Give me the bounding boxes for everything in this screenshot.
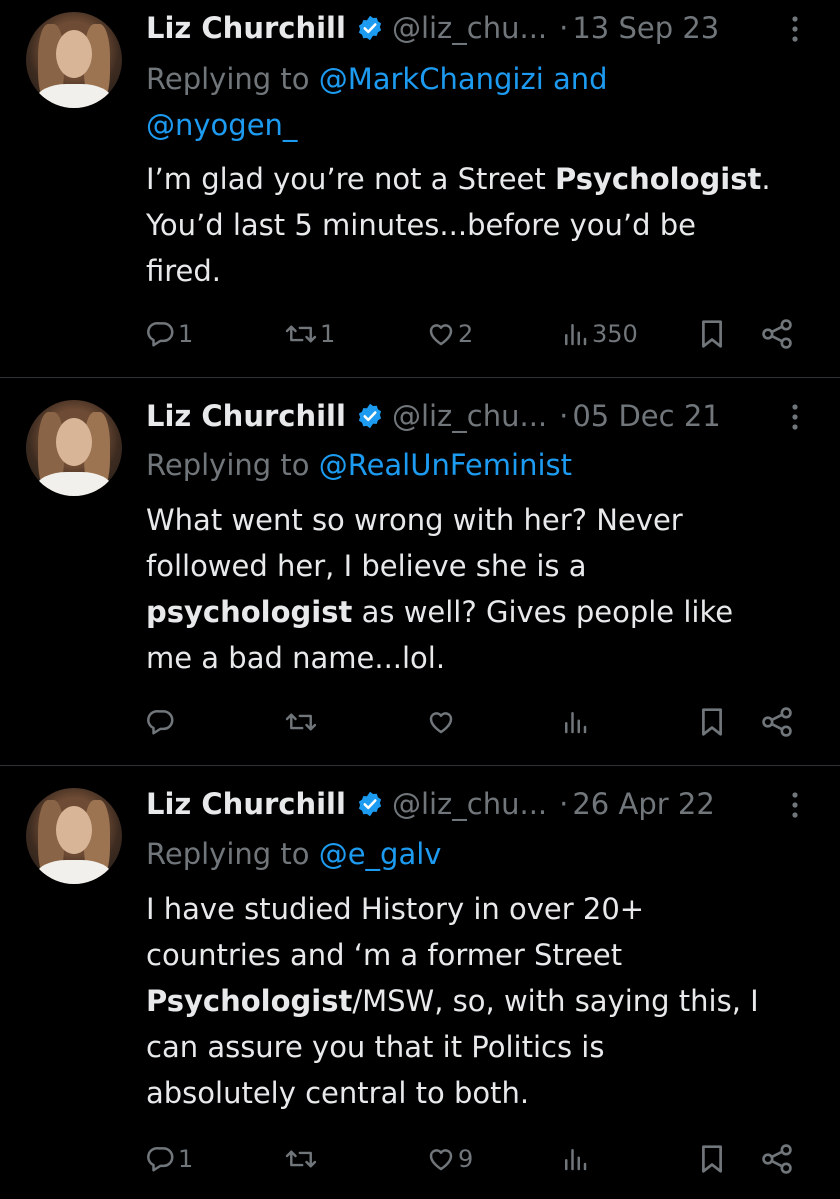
repost-button[interactable]: 1	[284, 314, 335, 354]
views-button[interactable]	[560, 1139, 592, 1179]
tweet-text: I have studied History in over 20+ count…	[146, 892, 759, 1110]
tweet-text: What went so wrong with her? Never follo…	[146, 503, 734, 675]
tweet-text: I’m glad you’re not a Street Psychologis…	[146, 162, 771, 288]
repost-button[interactable]	[284, 1139, 320, 1179]
share-button[interactable]	[760, 1139, 794, 1179]
repost-icon	[285, 325, 317, 343]
tweet-date[interactable]: 13 Sep 23	[572, 11, 719, 45]
views-icon	[565, 712, 587, 734]
tweet-actions	[0, 702, 840, 742]
author-name[interactable]: Liz Churchill	[146, 399, 346, 433]
share-icon	[762, 319, 792, 349]
replying-to: Replying to @RealUnFeminist	[146, 448, 573, 482]
views-button[interactable]	[560, 702, 592, 742]
reply-icon	[147, 1147, 174, 1172]
tweet-actions: 1 1 2 350	[0, 314, 840, 354]
more-icon[interactable]	[786, 402, 804, 432]
author-handle[interactable]: @liz_chu...	[392, 787, 547, 821]
repost-icon	[285, 713, 317, 731]
replying-to: Replying to @e_galv	[146, 837, 442, 871]
like-button[interactable]: 2	[426, 314, 473, 354]
separator-dot: ·	[559, 787, 569, 821]
mention-link[interactable]: @e_galv	[319, 837, 442, 871]
bookmark-button[interactable]	[698, 702, 726, 742]
like-button[interactable]: 9	[426, 1139, 473, 1179]
replying-to: Replying to @MarkChangizi and @nyogen_	[146, 62, 608, 142]
like-button[interactable]	[426, 702, 458, 742]
tweet-date[interactable]: 05 Dec 21	[572, 399, 720, 433]
more-icon[interactable]	[786, 14, 804, 44]
verified-badge-icon	[358, 791, 382, 817]
tweet-header: Liz Churchill @liz_chu... · 26 Apr 22	[146, 784, 715, 824]
repost-button[interactable]	[284, 702, 320, 742]
mention-link[interactable]: @nyogen_	[146, 108, 297, 142]
verified-badge-icon	[358, 15, 382, 41]
mention-link[interactable]: @RealUnFeminist	[319, 448, 572, 482]
avatar[interactable]	[26, 400, 122, 496]
author-name[interactable]: Liz Churchill	[146, 11, 346, 45]
tweet-header: Liz Churchill @liz_chu... · 05 Dec 21	[146, 396, 721, 436]
bookmark-icon	[702, 320, 722, 348]
separator-dot: ·	[559, 399, 569, 433]
separator-dot: ·	[559, 11, 569, 45]
share-icon	[762, 707, 792, 737]
divider	[0, 765, 840, 766]
share-button[interactable]	[760, 702, 794, 742]
share-button[interactable]	[760, 314, 794, 354]
tweet-date[interactable]: 26 Apr 22	[572, 787, 714, 821]
reply-button[interactable]: 1	[146, 314, 193, 354]
reply-icon	[147, 322, 174, 347]
verified-badge-icon	[358, 403, 382, 429]
avatar[interactable]	[26, 12, 122, 108]
more-icon[interactable]	[786, 790, 804, 820]
bookmark-button[interactable]	[698, 314, 726, 354]
author-handle[interactable]: @liz_chu...	[392, 399, 547, 433]
like-icon	[429, 1149, 453, 1171]
like-icon	[429, 324, 453, 346]
reply-icon	[147, 710, 174, 735]
divider	[0, 377, 840, 378]
views-icon	[565, 324, 587, 346]
avatar[interactable]	[26, 788, 122, 884]
share-icon	[762, 1144, 792, 1174]
author-name[interactable]: Liz Churchill	[146, 787, 346, 821]
mention-link[interactable]: @MarkChangizi	[319, 62, 544, 96]
reply-button[interactable]	[146, 702, 178, 742]
bookmark-icon	[702, 1145, 722, 1173]
like-icon	[429, 712, 453, 734]
repost-icon	[285, 1150, 317, 1168]
bookmark-button[interactable]	[698, 1139, 726, 1179]
views-icon	[565, 1149, 587, 1171]
tweet-header: Liz Churchill @liz_chu... · 13 Sep 23	[146, 8, 719, 48]
author-handle[interactable]: @liz_chu...	[392, 11, 547, 45]
reply-button[interactable]: 1	[146, 1139, 193, 1179]
views-button[interactable]: 350	[560, 314, 638, 354]
bookmark-icon	[702, 708, 722, 736]
tweet-actions: 1 9	[0, 1139, 840, 1179]
